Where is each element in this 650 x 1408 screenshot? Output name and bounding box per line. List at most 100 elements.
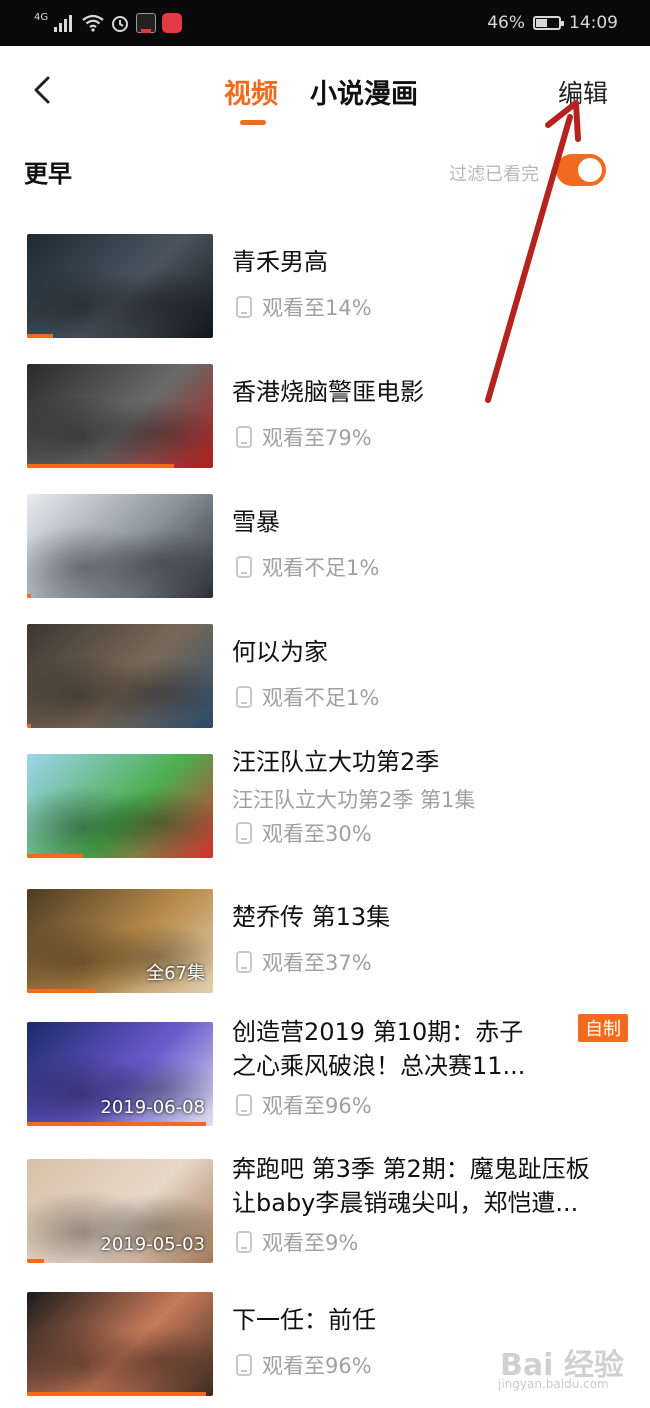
- phone-icon: [236, 1354, 252, 1376]
- watch-progress: 观看至96%: [236, 1090, 372, 1120]
- list-item[interactable]: 雪暴观看不足1%: [0, 480, 650, 610]
- list-item[interactable]: 青禾男高观看至14%: [0, 220, 650, 350]
- thumbnail-image: [27, 754, 213, 858]
- progress-text: 观看至37%: [262, 951, 372, 975]
- video-thumbnail[interactable]: [27, 234, 213, 338]
- watch-progress: 观看至30%: [236, 818, 372, 848]
- list-item[interactable]: 全67集 楚乔传 第13集观看至37%: [0, 875, 650, 1008]
- battery-icon: [533, 16, 564, 30]
- watch-progress-bar: [27, 989, 96, 993]
- battery-fill: [536, 19, 548, 27]
- phone-icon: [236, 1094, 252, 1116]
- edit-button[interactable]: 编辑: [558, 74, 608, 110]
- watch-progress-bar: [27, 464, 174, 468]
- item-subtitle: 汪汪队立大功第2季 第1集: [232, 788, 476, 812]
- list-item[interactable]: 2019-05-03 奔跑吧 第3季 第2期：魔鬼趾压板 让baby李晨销魂尖叫，郑…: [0, 1145, 650, 1278]
- original-badge: 自制: [578, 1014, 628, 1042]
- progress-text: 观看至30%: [262, 822, 372, 846]
- progress-text: 观看至96%: [262, 1094, 372, 1118]
- thumbnail-image: [27, 1292, 213, 1396]
- list-item[interactable]: 何以为家观看不足1%: [0, 610, 650, 740]
- watch-progress: 观看至96%: [236, 1350, 372, 1380]
- battery-percent: 46%: [487, 13, 525, 33]
- app-notification-icon: [162, 13, 183, 33]
- watch-progress-bar: [27, 1122, 206, 1126]
- watch-progress: 观看不足1%: [236, 552, 379, 582]
- item-title: 下一任：前任: [232, 1306, 376, 1334]
- progress-text: 观看至14%: [262, 296, 372, 320]
- list-item[interactable]: 汪汪队立大功第2季汪汪队立大功第2季 第1集观看至30%: [0, 740, 650, 875]
- phone-icon: [236, 822, 252, 844]
- progress-text: 观看至9%: [262, 1231, 359, 1255]
- clock: 14:09: [569, 13, 618, 33]
- alarm-icon: [112, 16, 129, 32]
- watch-progress-bar: [27, 1259, 44, 1263]
- video-thumbnail[interactable]: [27, 1292, 213, 1396]
- progress-text: 观看至96%: [262, 1354, 372, 1378]
- item-title-line2: 之心乘风破浪！总决赛11...: [232, 1052, 526, 1080]
- status-bar: 4G 46% 14:09: [0, 0, 650, 46]
- active-tab-indicator: [240, 120, 266, 125]
- video-thumbnail[interactable]: [27, 364, 213, 468]
- phone-icon: [236, 951, 252, 973]
- progress-text: 观看不足1%: [262, 686, 380, 710]
- back-arrow-icon[interactable]: [28, 72, 58, 108]
- filter-watched-label: 过滤已看完: [449, 164, 539, 185]
- network-label: 4G: [34, 12, 49, 23]
- watch-progress: 观看不足1%: [236, 682, 379, 712]
- signal-icon: [54, 15, 73, 32]
- item-title: 楚乔传 第13集: [232, 903, 391, 931]
- tab-novel-comic[interactable]: 小说漫画: [310, 72, 418, 111]
- item-title: 雪暴: [232, 508, 280, 536]
- item-title: 创造营2019 第10期：赤子: [232, 1018, 524, 1046]
- app-notification-icon: [136, 13, 157, 33]
- video-thumbnail[interactable]: [27, 494, 213, 598]
- item-title: 汪汪队立大功第2季: [232, 748, 440, 776]
- progress-text: 观看至79%: [262, 426, 372, 450]
- phone-icon: [236, 1231, 252, 1253]
- item-title: 香港烧脑警匪电影: [232, 378, 424, 406]
- video-thumbnail[interactable]: [27, 754, 213, 858]
- toggle-knob: [578, 158, 602, 182]
- video-thumbnail[interactable]: 2019-05-03: [27, 1159, 213, 1263]
- watch-progress: 观看至14%: [236, 292, 372, 322]
- thumbnail-overlay-text: 全67集: [146, 963, 205, 984]
- thumbnail-overlay-text: 2019-05-03: [100, 1234, 205, 1255]
- progress-text: 观看不足1%: [262, 556, 380, 580]
- watch-progress-bar: [27, 1392, 206, 1396]
- phone-icon: [236, 426, 252, 448]
- filter-watched-toggle[interactable]: [556, 154, 606, 186]
- item-title-line2: 让baby李晨销魂尖叫，郑恺遭...: [232, 1189, 579, 1217]
- status-left: 4G: [34, 10, 183, 36]
- status-right: 46% 14:09: [487, 10, 618, 36]
- history-list: 青禾男高 观看至14% 香港烧脑警匪电影 观看至79% 雪暴 观看不足1% 何以为家 观看不足…: [0, 220, 650, 1408]
- watermark-url: jingyan.baidu.com: [498, 1377, 609, 1391]
- item-title: 青禾男高: [232, 248, 328, 276]
- watch-progress: 观看至9%: [236, 1227, 358, 1257]
- phone-icon: [236, 686, 252, 708]
- thumbnail-image: [27, 494, 213, 598]
- watch-progress-bar: [27, 594, 31, 598]
- thumbnail-image: [27, 234, 213, 338]
- watch-progress: 观看至79%: [236, 422, 372, 452]
- tab-video[interactable]: 视频: [224, 72, 278, 111]
- thumbnail-image: [27, 624, 213, 728]
- item-title: 奔跑吧 第3季 第2期：魔鬼趾压板: [232, 1155, 590, 1183]
- phone-icon: [236, 556, 252, 578]
- video-thumbnail[interactable]: 2019-06-08: [27, 1022, 213, 1126]
- watch-progress-bar: [27, 724, 31, 728]
- section-title: 更早: [24, 160, 72, 188]
- item-title: 何以为家: [232, 638, 328, 666]
- list-item[interactable]: 香港烧脑警匪电影观看至79%: [0, 350, 650, 480]
- top-nav: 视频 小说漫画 编辑: [0, 46, 650, 146]
- wifi-icon: [82, 14, 104, 32]
- video-thumbnail[interactable]: [27, 624, 213, 728]
- watch-progress-bar: [27, 854, 83, 858]
- watch-progress: 观看至37%: [236, 947, 372, 977]
- watch-progress-bar: [27, 334, 54, 338]
- list-item[interactable]: 2019-06-08 创造营2019 第10期：赤子 之心乘风破浪！总决赛11...…: [0, 1008, 650, 1145]
- video-thumbnail[interactable]: 全67集: [27, 889, 213, 993]
- phone-icon: [236, 296, 252, 318]
- thumbnail-overlay-text: 2019-06-08: [100, 1097, 205, 1118]
- thumbnail-image: [27, 364, 213, 468]
